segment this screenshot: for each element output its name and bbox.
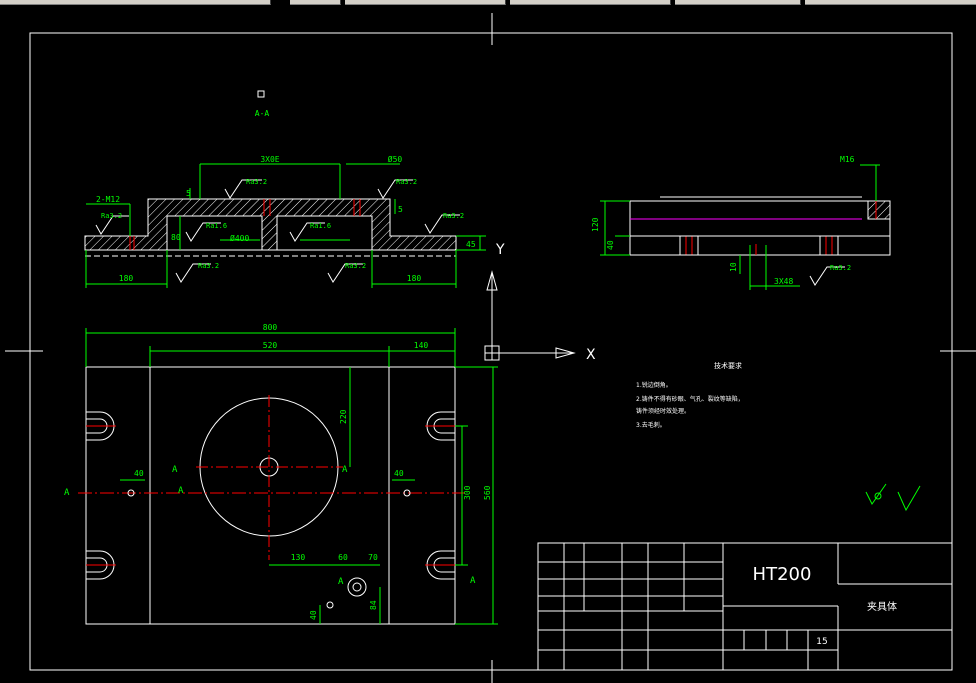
plan-dim-800: 800 <box>263 323 278 332</box>
drawing-tab-5[interactable] <box>675 0 801 5</box>
plan-dim-40-right: 40 <box>394 469 404 478</box>
pick-box <box>257 90 265 98</box>
roughness-label-2: Ra3.2 <box>396 178 417 186</box>
roughness-label-5: Ra3.2 <box>198 262 219 270</box>
drawing-tab-4[interactable] <box>510 0 671 5</box>
section-label: A-A <box>255 109 270 118</box>
dim-80: 80 <box>171 233 181 242</box>
section-mark-mid-left: A <box>178 486 184 496</box>
dim-5b: 5 <box>398 205 403 214</box>
plan-dim-520: 520 <box>263 341 278 350</box>
plan-dim-140: 140 <box>414 341 429 350</box>
section-mark-small: A <box>338 577 344 587</box>
section-mark-left: A <box>64 488 70 498</box>
drawing-canvas[interactable]: A-A 3X0E Ø50 2-M12 5 5 80 45 180 180 Ø40… <box>0 6 976 683</box>
tech-notes-title: 技术要求 <box>714 361 742 370</box>
plan-dim-130: 130 <box>291 553 306 562</box>
drawing-tab-6[interactable] <box>805 0 976 5</box>
side-dim-120: 120 <box>591 217 600 232</box>
plan-dim-60: 60 <box>338 553 348 562</box>
drawing-tab-3[interactable] <box>345 0 506 5</box>
part-name-label: 夹具体 <box>867 600 897 613</box>
plan-dim-220: 220 <box>339 409 348 424</box>
technical-notes: 技术要求 1.锐边倒角。 2.铸件不得有砂眼、气孔、裂纹等缺陷， 铸件须经时效处… <box>636 361 744 429</box>
ucs-y-label: Y <box>495 242 505 258</box>
roughness-label-4: Ra3.2 <box>443 212 464 220</box>
tech-note-2: 2.铸件不得有砂眼、气孔、裂纹等缺陷， <box>636 395 744 403</box>
side-dim-10: 10 <box>729 262 738 272</box>
plan-dim-40-bottom: 40 <box>309 610 318 620</box>
plan-dim-560: 560 <box>483 485 492 500</box>
tech-note-2b: 铸件须经时效处理。 <box>636 407 690 415</box>
dim-180-right: 180 <box>407 274 422 283</box>
drawing-tab-2[interactable] <box>290 0 341 5</box>
section-mark-upper-right: A <box>342 465 348 475</box>
roughness-label-8: Ra1.6 <box>310 222 331 230</box>
drawing-tab-1[interactable] <box>0 0 271 5</box>
plan-dim-84: 84 <box>369 600 378 610</box>
side-roughness: Ra3.2 <box>830 264 851 272</box>
dim-180-left: 180 <box>119 274 134 283</box>
tech-note-3: 3.去毛刺。 <box>636 421 666 429</box>
plan-dim-40-left: 40 <box>134 469 144 478</box>
plan-dim-70: 70 <box>368 553 378 562</box>
centering-marks <box>5 13 976 683</box>
plan-dim-300: 300 <box>463 485 472 500</box>
dim-phi400: Ø400 <box>230 233 249 243</box>
side-dim-width: 3X48 <box>774 277 793 286</box>
roughness-label-7: Ra1.6 <box>206 222 227 230</box>
side-dim-m16: M16 <box>840 155 855 164</box>
general-roughness-symbol <box>865 483 921 512</box>
dim-5a: 5 <box>186 189 191 198</box>
section-view: 3X0E Ø50 2-M12 5 5 80 45 180 180 Ø400 Ra… <box>84 154 486 288</box>
plan-view: 800 520 140 220 40 40 300 560 130 60 70 … <box>64 323 498 625</box>
section-mark-upper-left: A <box>172 465 178 475</box>
ucs-x-label: X <box>586 347 596 363</box>
cad-drawing: A-A 3X0E Ø50 2-M12 5 5 80 45 180 180 Ø40… <box>5 13 976 683</box>
tech-note-1: 1.锐边倒角。 <box>636 381 672 389</box>
side-dim-40: 40 <box>606 240 615 250</box>
dim-2m12: 2-M12 <box>96 195 120 204</box>
dim-phi50: Ø50 <box>388 154 403 164</box>
dim-width: 3X0E <box>260 155 279 164</box>
roughness-label-3: Ra3.2 <box>101 212 122 220</box>
ucs-icon <box>484 270 576 361</box>
side-view: M16 120 40 10 3X48 Ra3.2 <box>591 155 891 290</box>
dim-45: 45 <box>466 240 476 249</box>
roughness-label-6: Ra3.2 <box>345 262 366 270</box>
scale-label: 15 <box>816 637 827 647</box>
roughness-label-1: Ra3.2 <box>246 178 267 186</box>
section-mark-bottom: A <box>470 576 476 586</box>
material-label: HT200 <box>753 564 812 585</box>
